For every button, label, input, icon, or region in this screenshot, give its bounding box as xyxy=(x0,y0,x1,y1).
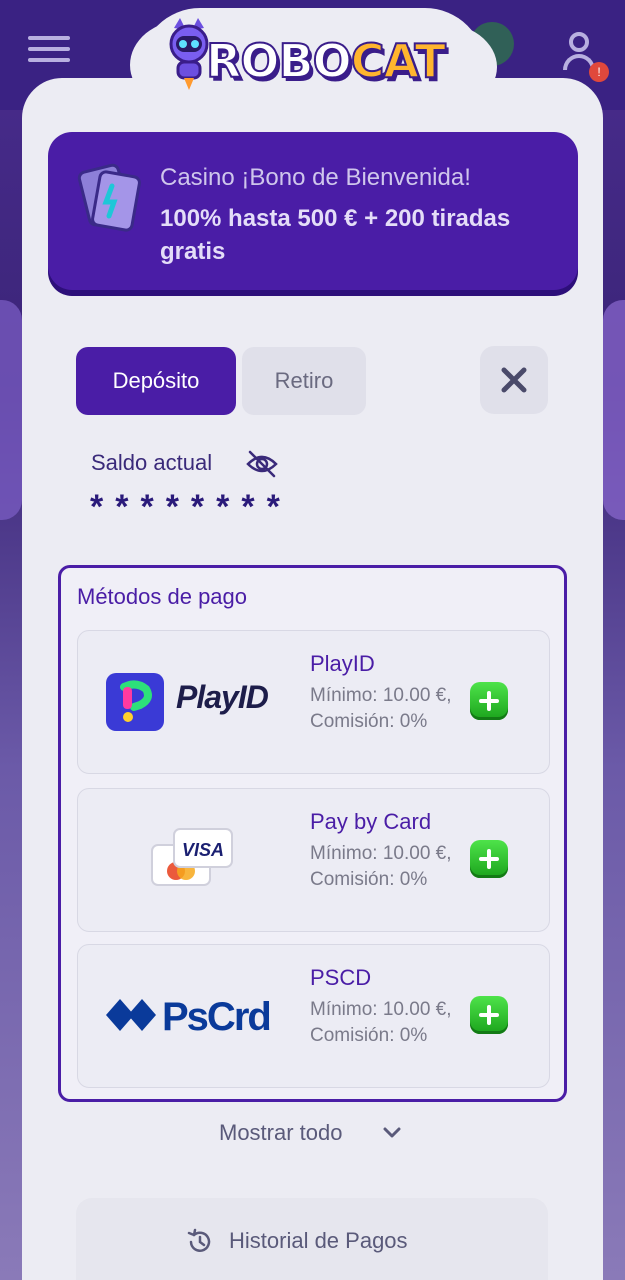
close-button[interactable] xyxy=(480,346,548,414)
bonus-tickets-icon xyxy=(77,163,141,232)
logo-text: ROBOCAT xyxy=(205,33,447,89)
balance-value: ******** xyxy=(90,488,292,526)
plus-icon xyxy=(479,1005,499,1025)
chevron-down-icon xyxy=(383,1127,401,1138)
promo-offer: 100% hasta 500 € + 200 tiradas gratis xyxy=(160,205,511,265)
payment-method-pscd[interactable]: PsCrd PSCD Mínimo: 10.00 €, Comisión: 0% xyxy=(77,944,550,1088)
payment-methods-panel: Métodos de pago PlayID PlayID Mínimo: 10… xyxy=(58,565,567,1102)
payment-method-limits: Mínimo: 10.00 €, Comisión: 0% xyxy=(310,999,452,1046)
add-playid-button[interactable] xyxy=(470,682,508,720)
show-all-button[interactable]: Mostrar todo xyxy=(219,1120,343,1146)
user-icon: ! xyxy=(563,32,609,82)
robocat-logo: ROBOCAT xyxy=(160,18,480,108)
promo-title: Casino ¡Bono de Bienvenida! xyxy=(160,164,471,191)
add-card-button[interactable] xyxy=(470,840,508,878)
payment-method-limits: Mínimo: 10.00 €, Comisión: 0% xyxy=(310,685,452,732)
balance-label: Saldo actual xyxy=(91,450,213,475)
payment-method-card[interactable]: VISA Pay by Card Mínimo: 10.00 €, Comisi… xyxy=(77,788,550,932)
background-banner-left xyxy=(0,300,22,520)
payment-method-name: PlayID xyxy=(310,651,375,676)
add-pscd-button[interactable] xyxy=(470,996,508,1034)
payment-method-name: Pay by Card xyxy=(310,809,432,834)
tab-withdraw[interactable]: Retiro xyxy=(242,347,366,415)
pscrd-diamond-icon xyxy=(106,999,156,1031)
payment-history-label: Historial de Pagos xyxy=(229,1228,408,1253)
eye-off-icon[interactable] xyxy=(246,450,278,478)
visa-icon: VISA xyxy=(173,828,233,868)
payment-method-playid[interactable]: PlayID PlayID Mínimo: 10.00 €, Comisión:… xyxy=(77,630,550,774)
playid-app-icon xyxy=(106,673,164,731)
background-banner-right xyxy=(603,300,625,520)
svg-text:VISA: VISA xyxy=(182,840,224,860)
menu-icon xyxy=(28,36,70,70)
close-icon xyxy=(501,367,527,393)
history-icon xyxy=(187,1228,211,1252)
payment-methods-title: Métodos de pago xyxy=(77,584,248,609)
tab-deposit[interactable]: Depósito xyxy=(76,347,236,415)
payment-history-button[interactable]: Historial de Pagos xyxy=(76,1198,548,1280)
plus-icon xyxy=(479,849,499,869)
pscrd-logo: PsCrd xyxy=(104,995,284,1039)
plus-icon xyxy=(479,691,499,711)
pscrd-logo-text: PsCrd xyxy=(162,995,272,1039)
playid-logo: PlayID xyxy=(106,673,296,731)
payment-method-name: PSCD xyxy=(310,965,372,990)
welcome-bonus-banner[interactable]: Casino ¡Bono de Bienvenida! 100% hasta 5… xyxy=(48,132,578,290)
playid-logo-text: PlayID xyxy=(176,679,269,715)
payment-method-limits: Mínimo: 10.00 €, Comisión: 0% xyxy=(310,843,452,890)
